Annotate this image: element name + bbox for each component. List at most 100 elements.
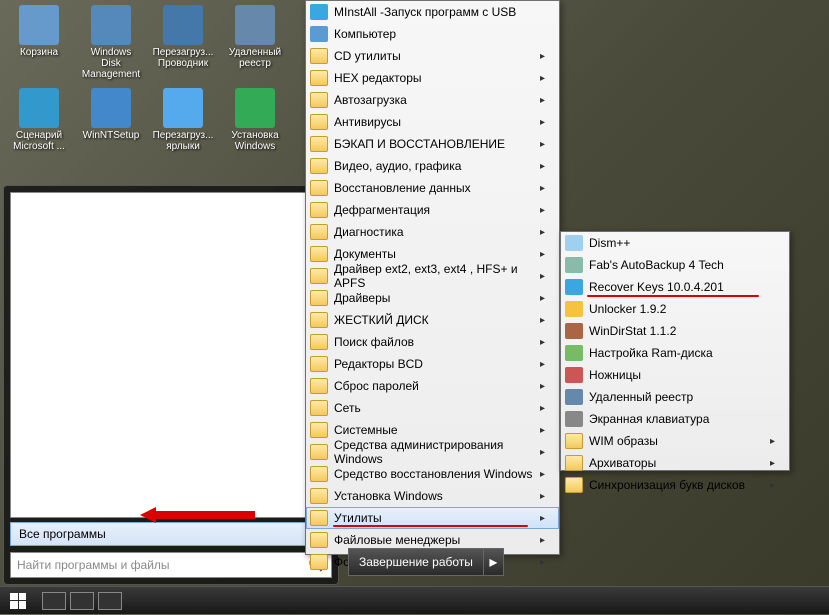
menu-item-label: Компьютер <box>334 27 396 41</box>
app-icon <box>565 323 583 339</box>
folder-icon <box>310 290 328 306</box>
utilities-submenu-item-8[interactable]: Экранная клавиатура <box>561 408 789 430</box>
menu-item-label: Ножницы <box>589 368 641 382</box>
folder-icon <box>310 356 328 372</box>
folder-icon <box>310 378 328 394</box>
programs-menu-item-20[interactable]: Средства администрирования Windows▸ <box>306 441 559 463</box>
menu-item-label: Средства администрирования Windows <box>334 438 540 466</box>
utilities-submenu-item-4[interactable]: WinDirStat 1.1.2 <box>561 320 789 342</box>
menu-item-label: Утилиты <box>334 511 382 525</box>
chevron-right-icon: ▸ <box>540 73 545 84</box>
taskbar-app-1[interactable] <box>42 592 66 610</box>
chevron-right-icon: ▸ <box>540 51 545 62</box>
desktop-icon-7[interactable]: Установка Windows <box>224 88 286 152</box>
app-icon <box>310 26 328 42</box>
app-icon <box>19 88 59 128</box>
app-icon <box>163 88 203 128</box>
programs-menu-item-10[interactable]: Диагностика▸ <box>306 221 559 243</box>
menu-item-label: Документы <box>334 247 396 261</box>
folder-icon <box>310 114 328 130</box>
app-icon <box>565 235 583 251</box>
shutdown-button[interactable]: Завершение работы <box>348 548 484 576</box>
utilities-submenu-item-6[interactable]: Ножницы <box>561 364 789 386</box>
desktop-icon-5[interactable]: WinNTSetup <box>80 88 142 152</box>
taskbar-pinned-apps <box>36 592 122 610</box>
utilities-submenu-item-0[interactable]: Dism++ <box>561 232 789 254</box>
utilities-submenu-item-7[interactable]: Удаленный реестр <box>561 386 789 408</box>
programs-menu-item-2[interactable]: CD утилиты ▸ <box>306 45 559 67</box>
taskbar-app-2[interactable] <box>70 592 94 610</box>
menu-item-label: Системные <box>334 423 398 437</box>
utilities-submenu-item-2[interactable]: Recover Keys 10.0.4.201 <box>561 276 789 298</box>
start-button[interactable] <box>0 587 36 615</box>
programs-menu-item-12[interactable]: Драйвер ext2, ext3, ext4 , HFS+ и APFS▸ <box>306 265 559 287</box>
menu-item-label: Автозагрузка <box>334 93 407 107</box>
programs-menu-item-22[interactable]: Установка Windows▸ <box>306 485 559 507</box>
utilities-submenu-item-1[interactable]: Fab's AutoBackup 4 Tech <box>561 254 789 276</box>
folder-icon <box>310 334 328 350</box>
folder-icon <box>565 455 583 471</box>
icon-label: Перезагруз... ярлыки <box>152 130 214 152</box>
programs-menu-item-8[interactable]: Восстановление данных▸ <box>306 177 559 199</box>
app-icon <box>91 88 131 128</box>
desktop-icon-2[interactable]: Перезагруз... Проводник <box>152 5 214 80</box>
programs-menu-item-23[interactable]: Утилиты▸ <box>306 507 559 529</box>
windows-logo-icon <box>10 593 26 609</box>
folder-icon <box>310 422 328 438</box>
programs-menu-item-16[interactable]: Редакторы BCD▸ <box>306 353 559 375</box>
app-icon <box>565 345 583 361</box>
programs-menu-item-21[interactable]: Средство восстановления Windows▸ <box>306 463 559 485</box>
menu-item-label: Сброс паролей <box>334 379 419 393</box>
menu-item-label: Поиск файлов <box>334 335 414 349</box>
utilities-submenu-item-5[interactable]: Настройка Ram-диска <box>561 342 789 364</box>
folder-icon <box>310 92 328 108</box>
desktop-icon-3[interactable]: Удаленный реестр <box>224 5 286 80</box>
programs-menu-item-15[interactable]: Поиск файлов▸ <box>306 331 559 353</box>
programs-menu-item-18[interactable]: Сеть▸ <box>306 397 559 419</box>
chevron-right-icon: ▸ <box>540 447 545 458</box>
folder-icon <box>310 312 328 328</box>
menu-item-label: Unlocker 1.9.2 <box>589 302 666 316</box>
programs-menu-item-17[interactable]: Сброс паролей▸ <box>306 375 559 397</box>
programs-menu-item-9[interactable]: Дефрагментация▸ <box>306 199 559 221</box>
icon-label: Установка Windows <box>224 130 286 152</box>
folder-icon <box>310 510 328 526</box>
menu-item-label: БЭКАП И ВОССТАНОВЛЕНИЕ <box>334 137 505 151</box>
folder-icon <box>310 444 328 460</box>
taskbar-app-3[interactable] <box>98 592 122 610</box>
shutdown-group: Завершение работы ▸ <box>348 548 504 576</box>
programs-menu-item-3[interactable]: HEX редакторы▸ <box>306 67 559 89</box>
programs-menu-item-6[interactable]: БЭКАП И ВОССТАНОВЛЕНИЕ▸ <box>306 133 559 155</box>
chevron-right-icon: ▸ <box>540 315 545 326</box>
shutdown-options-button[interactable]: ▸ <box>484 548 504 576</box>
desktop[interactable]: КорзинаWindows Disk ManagementПерезагруз… <box>0 0 829 614</box>
utilities-submenu-item-3[interactable]: Unlocker 1.9.2 <box>561 298 789 320</box>
utilities-submenu-item-11[interactable]: Синхронизация букв дисков▸ <box>561 474 789 496</box>
programs-menu-item-13[interactable]: Драйверы▸ <box>306 287 559 309</box>
desktop-icon-1[interactable]: Windows Disk Management <box>80 5 142 80</box>
all-programs-button[interactable]: Все программы ▸ <box>10 522 332 546</box>
programs-menu: MInstAll -Запуск программ с USB Компьютер… <box>305 0 560 555</box>
programs-menu-item-7[interactable]: Видео, аудио, графика▸ <box>306 155 559 177</box>
programs-menu-item-0[interactable]: MInstAll -Запуск программ с USB <box>306 1 559 23</box>
menu-item-label: Dism++ <box>589 236 630 250</box>
search-input[interactable]: Найти программы и файлы 🔍 <box>10 552 332 578</box>
desktop-icon-6[interactable]: Перезагруз... ярлыки <box>152 88 214 152</box>
utilities-submenu-item-10[interactable]: Архиваторы▸ <box>561 452 789 474</box>
programs-menu-item-1[interactable]: Компьютер <box>306 23 559 45</box>
menu-item-label: CD утилиты <box>334 49 401 63</box>
programs-menu-item-4[interactable]: Автозагрузка ▸ <box>306 89 559 111</box>
folder-icon <box>310 224 328 240</box>
programs-menu-item-5[interactable]: Антивирусы▸ <box>306 111 559 133</box>
menu-item-label: Видео, аудио, графика <box>334 159 461 173</box>
utilities-submenu: Dism++ Fab's AutoBackup 4 TechRecover Key… <box>560 231 790 471</box>
chevron-right-icon: ▸ <box>489 552 497 572</box>
desktop-icon-4[interactable]: Сценарий Microsoft ... <box>8 88 70 152</box>
chevron-right-icon: ▸ <box>540 117 545 128</box>
chevron-right-icon: ▸ <box>540 95 545 106</box>
programs-menu-item-14[interactable]: ЖЕСТКИЙ ДИСК▸ <box>306 309 559 331</box>
desktop-icon-0[interactable]: Корзина <box>8 5 70 80</box>
menu-item-label: Драйвер ext2, ext3, ext4 , HFS+ и APFS <box>334 262 540 290</box>
folder-icon <box>310 246 328 262</box>
utilities-submenu-item-9[interactable]: WIM образы▸ <box>561 430 789 452</box>
